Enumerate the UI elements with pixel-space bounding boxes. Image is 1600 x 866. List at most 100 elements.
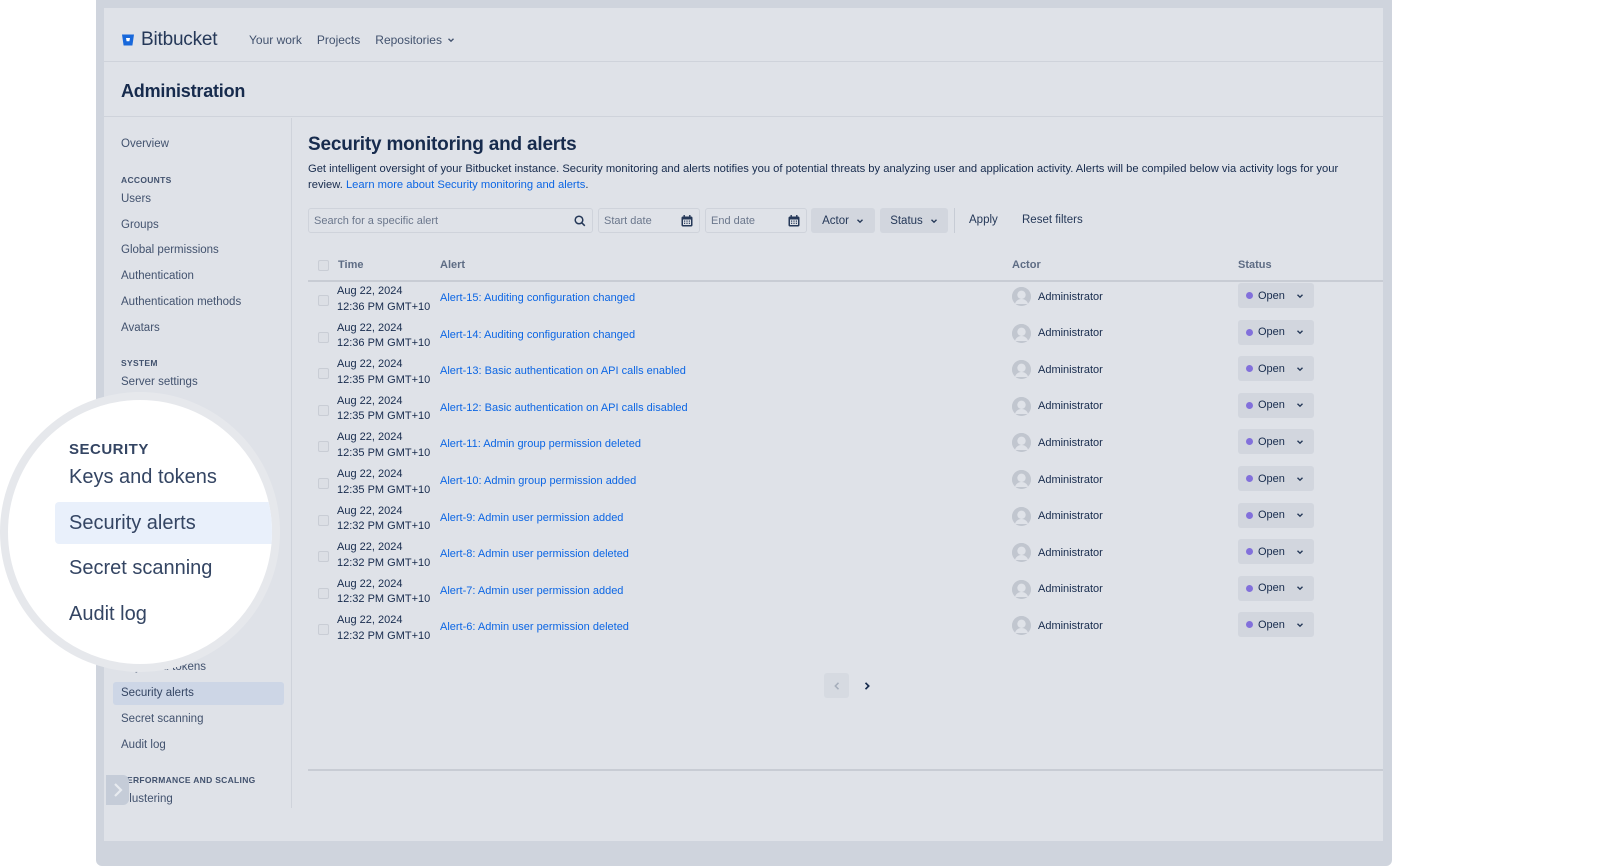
magnifier-heading-security: SECURITY (69, 441, 149, 458)
actor-name: Administrator (1038, 546, 1103, 559)
row-date: Aug 22, 2024 (337, 468, 403, 480)
nav-projects[interactable]: Projects (317, 33, 360, 47)
row-checkbox[interactable] (318, 331, 329, 343)
reset-filters-button[interactable]: Reset filters (1022, 214, 1083, 226)
row-checkbox[interactable] (318, 587, 329, 599)
sidebar-item-secret-scanning[interactable]: Secret scanning (121, 713, 203, 725)
status-dropdown[interactable]: Open (1238, 502, 1314, 528)
sidebar-item-authentication[interactable]: Authentication (121, 270, 194, 282)
chevron-down-icon (1296, 403, 1303, 408)
column-header-status[interactable]: Status (1238, 259, 1272, 271)
default-avatar-icon (1012, 543, 1031, 563)
sidebar-item-overview[interactable]: Overview (121, 138, 169, 150)
row-checkbox[interactable] (318, 478, 329, 489)
status-dropdown[interactable]: Open (1238, 429, 1314, 455)
row-timestamp: Aug 22, 2024 12:32 PM GMT+10 (337, 540, 430, 571)
sidebar-item-avatars[interactable]: Avatars (121, 322, 160, 334)
start-date-field[interactable] (598, 208, 700, 233)
search-field[interactable] (308, 208, 593, 233)
row-checkbox[interactable] (318, 514, 329, 526)
alert-link[interactable]: Alert-14: Auditing configuration changed (440, 329, 635, 341)
nav-your-work[interactable]: Your work (249, 33, 302, 47)
nav-repositories[interactable]: Repositories (375, 33, 455, 47)
status-dot (1246, 511, 1253, 519)
sidebar-item-users[interactable]: Users (121, 193, 151, 205)
row-checkbox[interactable] (318, 441, 329, 453)
row-checkbox[interactable] (318, 551, 329, 563)
avatar (1012, 396, 1031, 416)
magnifier-callout: SECURITY Keys and tokens Security alerts… (0, 392, 280, 672)
row-checkbox[interactable] (318, 624, 329, 636)
status-dropdown[interactable]: Open (1238, 612, 1314, 638)
column-header-time[interactable]: Time (338, 259, 363, 271)
avatar (1012, 360, 1031, 380)
actor-name: Administrator (1038, 619, 1103, 632)
alert-link[interactable]: Alert-7: Admin user permission added (440, 585, 623, 597)
actor-name: Administrator (1038, 400, 1103, 413)
alert-link[interactable]: Alert-11: Admin group permission deleted (440, 438, 641, 450)
nav-repositories-label: Repositories (375, 33, 442, 47)
status-filter-dropdown[interactable]: Status (880, 208, 948, 233)
row-actor: Administrator (1012, 323, 1103, 343)
sidebar-item-global-permissions[interactable]: Global permissions (121, 244, 219, 256)
alert-link[interactable]: Alert-10: Admin group permission added (440, 475, 636, 487)
row-date: Aug 22, 2024 (337, 504, 403, 517)
pagination-prev-button[interactable] (824, 673, 849, 698)
row-checkbox[interactable] (318, 404, 329, 416)
pagination-next-button[interactable] (857, 673, 877, 698)
end-date-field[interactable] (705, 208, 807, 233)
row-date: Aug 22, 2024 (337, 394, 403, 407)
status-dropdown[interactable]: Open (1238, 319, 1314, 345)
sidebar-item-authentication-methods[interactable]: Authentication methods (121, 296, 241, 308)
apply-button[interactable]: Apply (969, 214, 998, 226)
column-header-alert[interactable]: Alert (440, 259, 465, 271)
actor-filter-dropdown[interactable]: Actor (811, 208, 875, 233)
chevron-left-icon (833, 681, 839, 690)
learn-more-link[interactable]: Learn more about Security monitoring and… (346, 179, 585, 191)
bitbucket-logo[interactable]: Bitbucket (121, 29, 218, 51)
table-row: Aug 22, 2024 12:36 PM GMT+10 Alert-15: Aud… (308, 283, 1383, 321)
status-label: Open (1258, 289, 1285, 302)
alert-link[interactable]: Alert-12: Basic authentication on API ca… (440, 402, 688, 414)
alert-link[interactable]: Alert-13: Basic authentication on API ca… (440, 365, 686, 377)
magnifier-item-audit-log[interactable]: Audit log (69, 603, 147, 626)
row-checkbox[interactable] (318, 368, 329, 380)
sidebar-item-audit-log[interactable]: Audit log (121, 739, 166, 751)
default-avatar-icon (1012, 579, 1031, 599)
row-time: 12:35 PM GMT+10 (337, 446, 431, 459)
sidebar-item-groups[interactable]: Groups (121, 219, 159, 231)
magnifier-item-keys-and-tokens[interactable]: Keys and tokens (69, 466, 217, 489)
sidebar-item-security-alerts[interactable]: Security alerts (121, 687, 194, 699)
row-checkbox[interactable] (318, 295, 329, 306)
magnifier-item-secret-scanning[interactable]: Secret scanning (69, 557, 212, 580)
row-timestamp: Aug 22, 2024 12:35 PM GMT+10 (337, 357, 430, 388)
status-dropdown[interactable]: Open (1238, 392, 1314, 418)
status-dot (1246, 438, 1253, 446)
description-period: . (585, 178, 589, 191)
magnifier-item-security-alerts[interactable]: Security alerts (69, 512, 196, 535)
sidebar-item-server-settings[interactable]: Server settings (121, 376, 198, 388)
avatar (1012, 616, 1031, 636)
sidebar-expand-handle[interactable] (106, 775, 129, 805)
chevron-down-icon (1296, 586, 1303, 591)
page-description: Get intelligent oversight of your Bitbuc… (308, 162, 1370, 193)
alert-link[interactable]: Alert-9: Admin user permission added (440, 512, 623, 524)
column-header-actor[interactable]: Actor (1012, 259, 1041, 271)
page-heading-administration: Administration (121, 81, 246, 101)
chevron-down-icon (930, 218, 937, 223)
status-dropdown[interactable]: Open (1238, 466, 1314, 491)
alert-link[interactable]: Alert-15: Auditing configuration changed (440, 292, 635, 304)
status-dropdown[interactable]: Open (1238, 575, 1314, 601)
table-row: Aug 22, 2024 12:35 PM GMT+10 Alert-13: Bas… (308, 356, 1383, 394)
status-dot (1246, 475, 1253, 482)
chevron-down-icon (856, 218, 863, 223)
alert-link[interactable]: Alert-6: Admin user permission deleted (440, 621, 629, 633)
status-dropdown[interactable]: Open (1238, 539, 1314, 565)
search-input[interactable] (314, 214, 592, 227)
select-all-checkbox[interactable] (318, 260, 329, 271)
avatar (1012, 543, 1031, 563)
status-dropdown[interactable]: Open (1238, 283, 1314, 308)
row-timestamp: Aug 22, 2024 12:35 PM GMT+10 (337, 430, 430, 461)
status-dropdown[interactable]: Open (1238, 356, 1314, 382)
alert-link[interactable]: Alert-8: Admin user permission deleted (440, 548, 629, 560)
